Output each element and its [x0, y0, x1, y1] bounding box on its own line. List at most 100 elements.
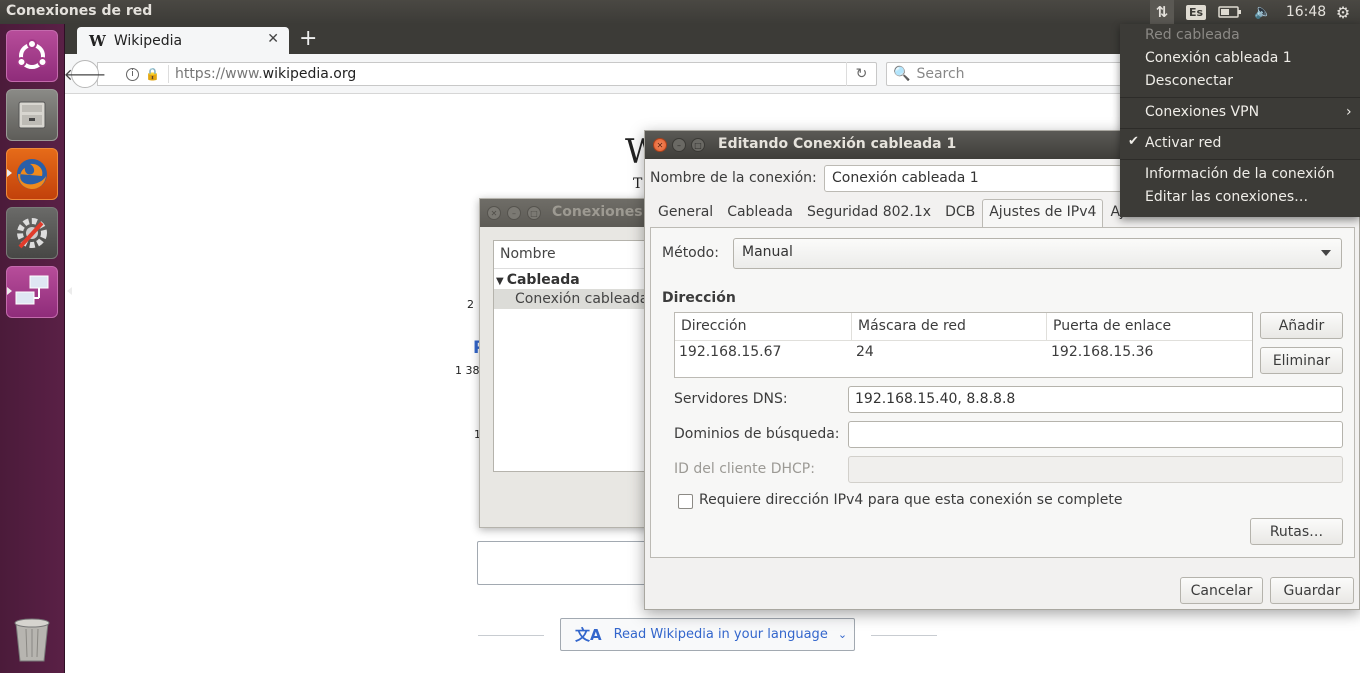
launcher [0, 24, 72, 673]
lock-icon[interactable]: 🔒 [145, 67, 160, 81]
maximize-icon[interactable]: □ [527, 206, 541, 220]
menu-header-wired: Red cableada [1145, 27, 1240, 43]
translate-icon: 文A [575, 626, 602, 644]
divider [478, 635, 544, 636]
method-label: Método: [662, 245, 719, 261]
cell-netmask[interactable]: 24 [852, 341, 1047, 367]
menu-item-edit-connections[interactable]: Editar las conexiones… [1145, 189, 1308, 205]
address-table: Dirección Máscara de red Puerta de enlac… [674, 312, 1253, 378]
checkmark-icon: ✔ [1128, 134, 1139, 149]
language-button-label: Read Wikipedia in your language [613, 627, 828, 642]
session-gear-icon[interactable]: ⚙ [1332, 0, 1354, 24]
battery-icon[interactable] [1216, 0, 1244, 24]
wikipedia-tagline-fragment: T [633, 176, 643, 192]
keyboard-layout-indicator[interactable]: Es [1185, 0, 1207, 24]
dropdown-arrow-icon [1321, 250, 1331, 256]
dhcp-client-id-field [848, 456, 1343, 483]
tab-general[interactable]: General [651, 199, 720, 227]
tab-security[interactable]: Seguridad 802.1x [800, 199, 938, 227]
require-ipv4-label[interactable]: Requiere dirección IPv4 para que esta co… [699, 492, 1123, 508]
column-header-address[interactable]: Dirección [675, 313, 852, 340]
menu-item-connection-info[interactable]: Información de la conexión [1145, 166, 1335, 182]
tab-title: Wikipedia [113, 32, 183, 49]
dns-field[interactable]: 192.168.15.40, 8.8.8.8 [848, 386, 1343, 413]
trash-icon[interactable] [6, 614, 58, 666]
volume-icon[interactable]: 🔈 [1252, 0, 1274, 24]
routes-button[interactable]: Rutas… [1250, 518, 1343, 545]
dhcp-client-id-label: ID del cliente DHCP: [674, 461, 815, 477]
divider [871, 635, 937, 636]
url-text[interactable]: https://www.wikipedia.org [175, 66, 356, 82]
menu-separator [1120, 128, 1360, 129]
ipv4-settings-panel: Método: Manual Dirección Dirección Másca… [650, 227, 1355, 558]
menu-item-wired-connection-1[interactable]: Conexión cableada 1 [1145, 50, 1292, 66]
minimize-icon[interactable]: – [507, 206, 521, 220]
keyboard-layout-label: Es [1185, 4, 1207, 20]
save-button[interactable]: Guardar [1270, 577, 1354, 604]
method-select[interactable]: Manual [733, 238, 1342, 269]
read-in-language-button[interactable]: 文A Read Wikipedia in your language ⌄ [560, 618, 855, 651]
new-tab-button[interactable]: + [299, 26, 317, 51]
window-title: Conexiones d [552, 204, 658, 220]
tab-close-icon[interactable]: ✕ [267, 31, 279, 47]
table-header: Dirección Máscara de red Puerta de enlac… [675, 313, 1252, 341]
chevron-right-icon: › [1346, 104, 1352, 120]
menu-item-enable-network[interactable]: Activar red [1145, 135, 1221, 151]
tab-wikipedia[interactable]: W Wikipedia ✕ [77, 27, 289, 54]
url-domain: wikipedia.org [262, 66, 357, 82]
ubuntu-dash-icon[interactable] [6, 30, 58, 82]
top-panel: Conexiones de red ⇅ Es 🔈 16:48 ⚙ [0, 0, 1360, 24]
column-header-gateway[interactable]: Puerta de enlace [1047, 313, 1252, 340]
cell-address[interactable]: 192.168.15.67 [675, 341, 852, 367]
require-ipv4-checkbox[interactable] [678, 494, 693, 509]
cell-gateway[interactable]: 192.168.15.36 [1047, 341, 1252, 367]
add-address-button[interactable]: Añadir [1260, 312, 1343, 339]
chevron-down-icon: ⌄ [837, 628, 848, 641]
menu-separator [1120, 97, 1360, 98]
info-icon[interactable]: i [126, 67, 139, 81]
focused-indicator [67, 287, 72, 295]
url-bar[interactable]: i 🔒 https://www.wikipedia.org [97, 62, 877, 86]
url-prefix: https://www. [174, 66, 263, 82]
clock[interactable]: 16:48 [1286, 0, 1326, 24]
minimize-icon[interactable]: – [672, 138, 686, 152]
system-settings-icon[interactable] [6, 207, 58, 259]
maximize-icon[interactable]: □ [691, 138, 705, 152]
table-row[interactable]: 192.168.15.67 24 192.168.15.36 [675, 341, 1252, 367]
search-placeholder: Search [916, 66, 965, 82]
search-domains-label: Dominios de búsqueda: [674, 426, 840, 442]
cancel-button[interactable]: Cancelar [1180, 577, 1263, 604]
menu-separator [1120, 159, 1360, 160]
search-domains-field[interactable] [848, 421, 1343, 448]
search-input[interactable]: 🔍 Search [886, 62, 1126, 86]
column-header-netmask[interactable]: Máscara de red [852, 313, 1047, 340]
method-value: Manual [742, 244, 793, 260]
close-icon[interactable]: ✕ [653, 138, 667, 152]
address-heading: Dirección [662, 290, 736, 306]
dialog-title: Editando Conexión cableada 1 [718, 136, 957, 152]
network-indicator-icon[interactable]: ⇅ [1150, 0, 1174, 24]
search-icon: 🔍 [893, 66, 911, 82]
wikipedia-text-fragment: 2 [467, 298, 474, 311]
active-app-title: Conexiones de red [6, 3, 153, 19]
running-indicator [7, 169, 12, 177]
expander-icon[interactable]: ▼ [496, 276, 504, 287]
firefox-icon[interactable] [6, 148, 58, 200]
network-connections-icon[interactable] [6, 266, 72, 318]
menu-item-disconnect[interactable]: Desconectar [1145, 73, 1233, 89]
running-indicator [7, 287, 12, 295]
files-icon[interactable] [6, 89, 58, 141]
tab-dcb[interactable]: DCB [938, 199, 982, 227]
network-menu: Red cableada Conexión cableada 1 Descone… [1120, 24, 1360, 217]
wikipedia-search-box[interactable] [477, 541, 647, 585]
delete-address-button[interactable]: Eliminar [1260, 347, 1343, 374]
wikipedia-favicon-icon: W [89, 31, 106, 50]
group-label: Cableada [506, 272, 580, 288]
tab-ipv4[interactable]: Ajustes de IPv4 [982, 199, 1104, 228]
dns-label: Servidores DNS: [674, 391, 788, 407]
reload-icon[interactable]: ↻ [846, 62, 876, 86]
close-icon[interactable]: ✕ [487, 206, 501, 220]
menu-item-vpn[interactable]: Conexiones VPN [1145, 104, 1259, 120]
back-button[interactable]: 🡐 [64, 60, 106, 88]
tab-wired[interactable]: Cableada [720, 199, 800, 227]
